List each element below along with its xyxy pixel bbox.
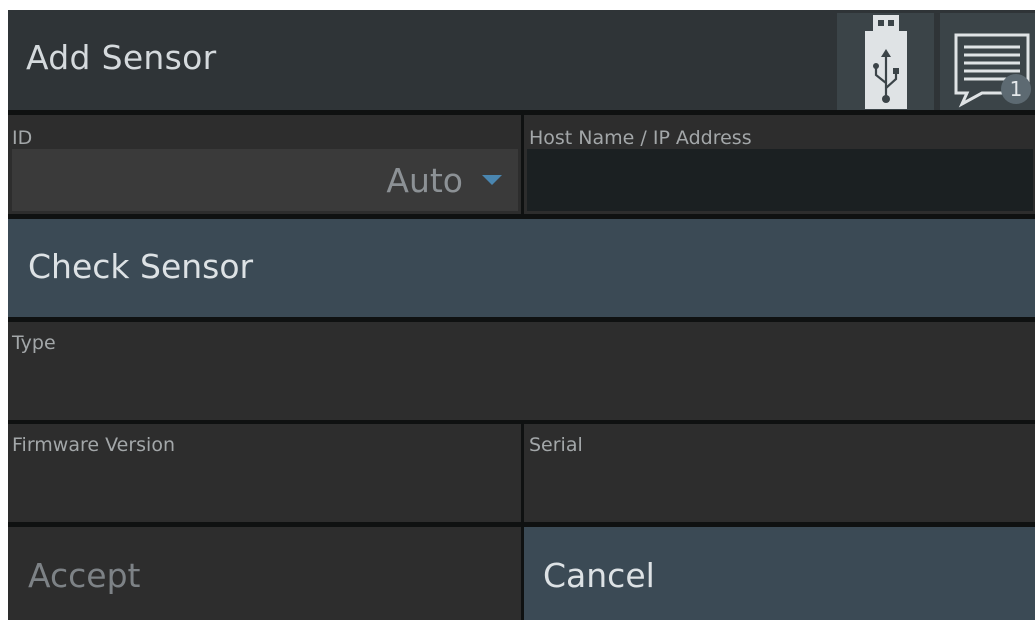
message-count: 1: [1009, 77, 1023, 101]
host-input[interactable]: [527, 149, 1033, 211]
id-label: ID: [12, 127, 33, 149]
id-value: Auto: [386, 161, 463, 200]
add-sensor-dialog: Add Sensor 1 ID Auto Host Name / IP Addr…: [8, 10, 1035, 620]
firmware-label: Firmware Version: [12, 434, 175, 456]
serial-field: [524, 424, 1035, 522]
message-count-badge: 1: [1001, 74, 1031, 104]
check-sensor-label: Check Sensor: [28, 247, 254, 286]
usb-button[interactable]: [837, 13, 934, 110]
host-label: Host Name / IP Address: [529, 127, 752, 149]
serial-label: Serial: [529, 434, 583, 456]
usb-icon: [865, 15, 907, 109]
id-select[interactable]: Auto: [12, 149, 518, 211]
accept-label: Accept: [28, 556, 141, 595]
messages-button[interactable]: 1: [940, 13, 1035, 110]
chevron-down-icon: [482, 175, 502, 185]
type-field: [8, 322, 1035, 420]
type-label: Type: [12, 332, 56, 354]
cancel-label: Cancel: [543, 556, 655, 595]
page-title: Add Sensor: [26, 38, 217, 77]
